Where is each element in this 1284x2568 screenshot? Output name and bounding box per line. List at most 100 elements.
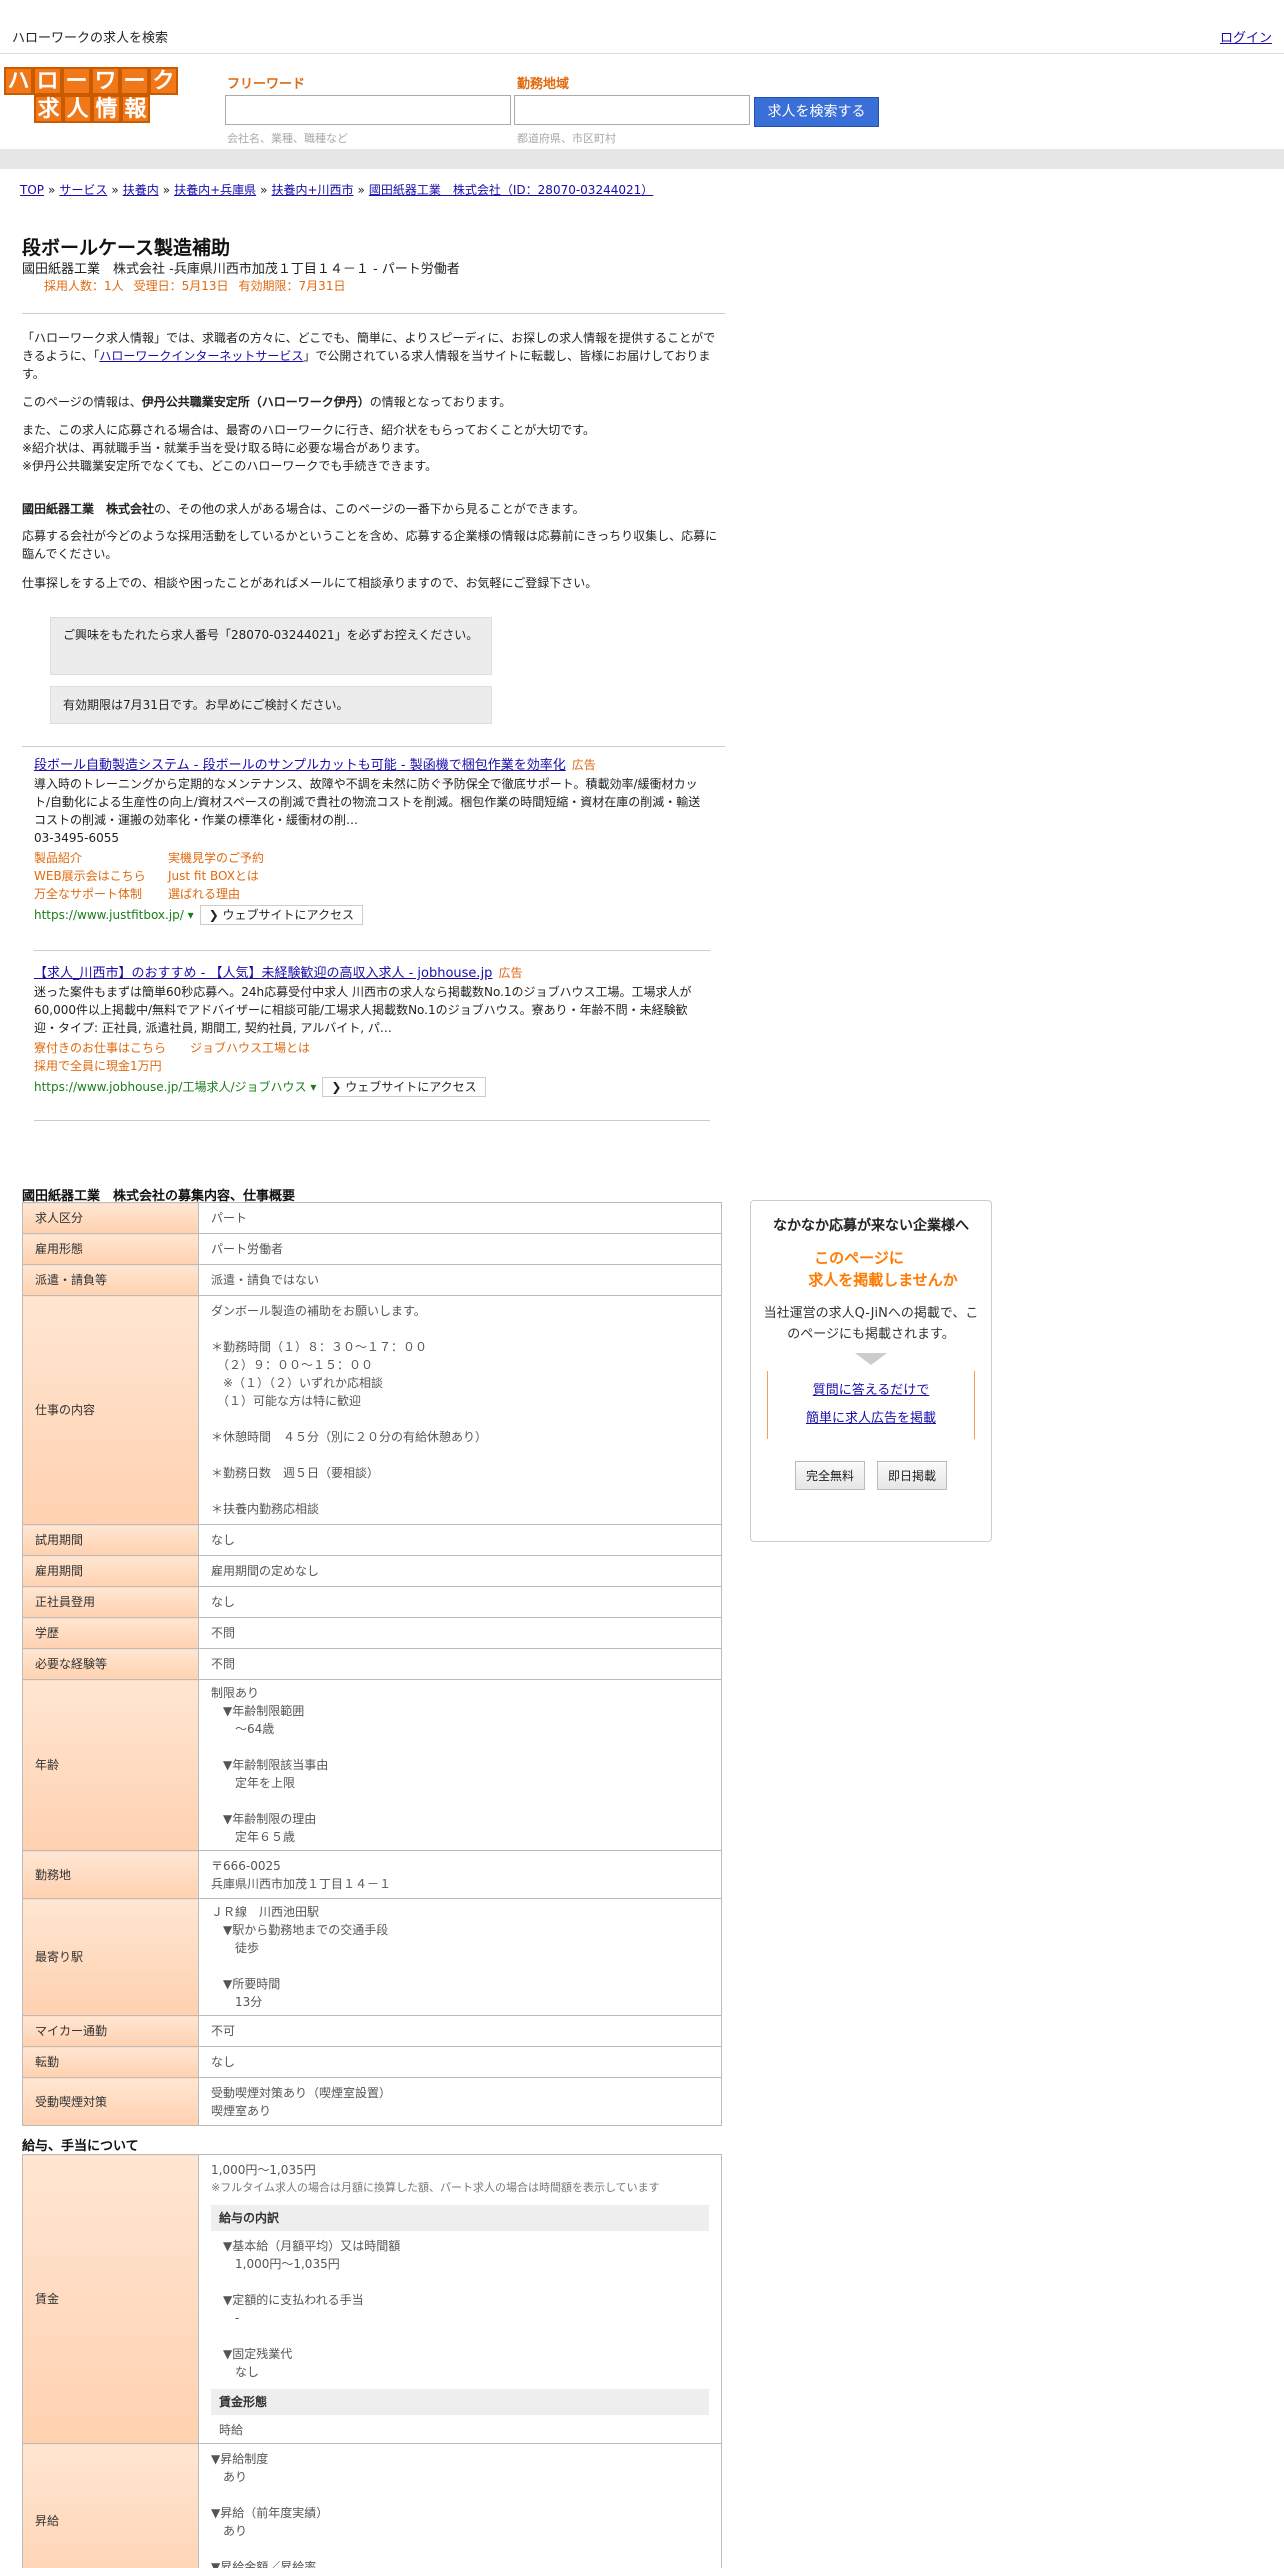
row-label: 仕事の内容 (22, 1295, 199, 1525)
table-row: 派遣・請負等 派遣・請負ではない (22, 1264, 722, 1296)
table-row: 受動喫煙対策 受動喫煙対策あり（喫煙室設置） 喫煙室あり (22, 2077, 722, 2126)
row-label: 最寄り駅 (22, 1898, 199, 2016)
search-button[interactable]: 求人を検索する (754, 97, 879, 127)
row-value: 不問 (198, 1648, 722, 1680)
table-row: 年齢 制限あり ▼年齢制限範囲 〜64歳 ▼年齢制限該当事由 定年を上限 ▼年齢制… (22, 1679, 722, 1851)
table-row: 必要な経験等 不問 (22, 1648, 722, 1680)
ad-sitelink[interactable]: 寮付きのお仕事はこちら (34, 1039, 190, 1057)
table-row: 雇用期間 雇用期間の定めなし (22, 1555, 722, 1587)
login-link[interactable]: ログイン (1220, 27, 1272, 46)
table-row: 勤務地 〒666-0025 兵庫県川西市加茂１丁目１４－１ (22, 1850, 722, 1899)
ad-sitelink[interactable]: 選ばれる理由 (168, 885, 240, 903)
breadcrumb-link[interactable]: 國田紙器工業 株式会社（ID：28070-03244021） (369, 183, 653, 197)
table-row: 正社員登用 なし (22, 1586, 722, 1618)
visit-website-button[interactable]: ❯ ウェブサイトにアクセス (199, 905, 363, 925)
row-value: ＪＲ線 川西池田駅 ▼駅から勤務地までの交通手段 徒歩 ▼所要時間 13分 (198, 1898, 722, 2016)
wage-note: ※フルタイム求人の場合は月額に換算した額、パート求人の場合は時間額を表示していま… (211, 2181, 660, 2194)
row-value: 〒666-0025 兵庫県川西市加茂１丁目１４－１ (198, 1850, 722, 1899)
table-row: 賃金 1,000円〜1,035円 ※フルタイム求人の場合は月額に換算した額、パー… (22, 2154, 722, 2444)
hellowork-internet-link[interactable]: ハローワークインターネットサービス (99, 349, 303, 363)
logo-char: 報 (121, 95, 150, 123)
wage-form-title: 賃金形態 (211, 2389, 709, 2415)
other-jobs-text: の、その他の求人がある場合は、このページの一番下から見ることができます。 (154, 502, 585, 516)
logo-char: ー (62, 67, 91, 95)
ad-sitelink[interactable]: WEB展示会はこちら (34, 867, 168, 885)
logo-char: ワ (91, 67, 120, 95)
ad-url-dropdown-icon[interactable]: ▾ (307, 1080, 316, 1094)
table-row: 求人区分 パート (22, 1202, 722, 1234)
breadcrumb-link[interactable]: サービス (59, 183, 107, 197)
ad-badge: 広告 (498, 966, 523, 980)
advertise-buttons: 完全無料 即日掲載 (751, 1461, 991, 1490)
logo-char: ハ (4, 67, 33, 95)
logo-char: 人 (63, 95, 92, 123)
table-row: 仕事の内容 ダンボール製造の補助をお願いします。 ＊勤務時間（１）８：３０～１７：… (22, 1295, 722, 1525)
ad-phone[interactable]: 03-3495-6055 (34, 829, 710, 847)
free-badge-button[interactable]: 完全無料 (794, 1461, 865, 1490)
area-input[interactable] (514, 95, 750, 125)
row-label: 雇用形態 (22, 1233, 199, 1265)
source-text: このページの情報は、 (22, 395, 142, 409)
row-value: なし (198, 2046, 722, 2078)
breakdown-text: ▼基本給（月額平均）又は時間額 1,000円〜1,035円 ▼定額的に支払われる… (223, 2239, 401, 2379)
row-value: 制限あり ▼年齢制限範囲 〜64歳 ▼年齢制限該当事由 定年を上限 ▼年齢制限の… (198, 1679, 722, 1851)
referral-paragraph: また、この求人に応募される場合は、最寄のハローワークに行き、紹介状をもらっておく… (22, 423, 596, 473)
row-label: 試用期間 (22, 1524, 199, 1556)
breadcrumb-link[interactable]: TOP (20, 183, 44, 197)
logo[interactable]: ハ ロ ー ワ ー ク 求 人 情 報 (4, 67, 180, 123)
ad-block: 【求人_川西市】のおすすめ - 【人気】未経験歓迎の高収入求人 - jobhou… (34, 964, 710, 1097)
row-label: 年齢 (22, 1679, 199, 1851)
advertise-catch: このページに 求人を掲載しませんか (751, 1247, 991, 1291)
ad-sitelink[interactable]: 万全なサポート体制 (34, 885, 168, 903)
breadcrumb-link[interactable]: 扶養内 (123, 183, 159, 197)
wage-range: 1,000円〜1,035円 (211, 2163, 316, 2177)
salary-heading: 給与、手当について (22, 2139, 139, 2154)
advertise-link[interactable]: 簡単に求人広告を掲載 (768, 1405, 974, 1433)
ad-description: 迷った案件もまずは簡単60秒応募へ。24h応募受付中求人 川西市の求人なら掲載数… (34, 985, 692, 1035)
row-label: 昇給 (22, 2443, 199, 2568)
ad-sitelink[interactable]: 実機見学のご予約 (168, 849, 264, 867)
row-value: ▼昇給制度 あり ▼昇給（前年度実績） あり ▼昇給金額／昇給率 1時間あたり1… (198, 2443, 722, 2568)
intro-paragraph: 「ハローワーク求人情報」では、求職者の方々に、どこでも、簡単に、よりスピーディに… (22, 329, 722, 383)
header-divider (0, 149, 1284, 169)
row-label: マイカー通勤 (22, 2015, 199, 2047)
other-jobs-paragraph: 國田紙器工業 株式会社の、その他の求人がある場合は、このページの一番下から見るこ… (22, 500, 722, 518)
breadcrumb-link[interactable]: 扶養内+川西市 (271, 183, 353, 197)
arrow-down-icon (855, 1353, 887, 1365)
breadcrumb-link[interactable]: 扶養内+兵庫県 (174, 183, 256, 197)
ad-sitelink[interactable]: Just fit BOXとは (168, 867, 259, 885)
ad-url-dropdown-icon[interactable]: ▾ (184, 908, 194, 922)
logo-char: ー (120, 67, 149, 95)
office-name: 伊丹公共職業安定所（ハローワーク伊丹） (141, 395, 370, 409)
row-label: 賃金 (22, 2154, 199, 2444)
freeword-hint: 会社名、業種、職種など (227, 132, 348, 145)
ad-url[interactable]: https://www.justfitbox.jp/ (34, 908, 184, 922)
expiry-notice: 有効期限は7月31日です。お早めにご検討ください。 (50, 686, 492, 724)
ad-sitelink[interactable]: 製品紹介 (34, 849, 168, 867)
freeword-label: フリーワード (227, 77, 306, 92)
company-line: 國田紙器工業 株式会社 -兵庫県川西市加茂１丁目１４－１ - パート労働者 (22, 262, 460, 277)
freeword-input[interactable] (225, 95, 511, 125)
logo-char: ク (149, 67, 178, 95)
logo-char: ロ (33, 67, 62, 95)
advertise-text: 当社運営の求人Q-JiNへの掲載で、このページにも掲載されます。 (763, 1306, 979, 1342)
visit-website-button[interactable]: ❯ ウェブサイトにアクセス (322, 1077, 486, 1097)
source-paragraph: このページの情報は、伊丹公共職業安定所（ハローワーク伊丹）の情報となっております… (22, 393, 722, 411)
row-label: 勤務地 (22, 1850, 199, 1899)
advertise-heading: なかなか応募が来ない企業様へ (773, 1218, 969, 1234)
table-row: 昇給 ▼昇給制度 あり ▼昇給（前年度実績） あり ▼昇給金額／昇給率 1時間あ… (22, 2443, 722, 2568)
ad-title-link[interactable]: 【求人_川西市】のおすすめ - 【人気】未経験歓迎の高収入求人 - jobhou… (34, 966, 492, 981)
table-row: 試用期間 なし (22, 1524, 722, 1556)
logo-char: 情 (92, 95, 121, 123)
ad-sitelink[interactable]: 採用で全員に現金1万円 (34, 1057, 162, 1075)
ad-url[interactable]: https://www.jobhouse.jp/工場求人/ジョブハウス (34, 1080, 307, 1094)
advertise-link[interactable]: 質問に答えるだけで (768, 1377, 974, 1405)
divider (22, 746, 725, 747)
ad-title-link[interactable]: 段ボール自動製造システム - 段ボールのサンプルカットも可能 - 製函機で梱包作… (34, 758, 566, 773)
advertise-box: なかなか応募が来ない企業様へ このページに 求人を掲載しませんか 当社運営の求人… (750, 1200, 992, 1542)
site-title: ハローワークの求人を検索 (12, 31, 169, 46)
row-label: 派遣・請負等 (22, 1264, 199, 1296)
table-row: 最寄り駅 ＪＲ線 川西池田駅 ▼駅から勤務地までの交通手段 徒歩 ▼所要時間 13… (22, 1898, 722, 2016)
same-day-button[interactable]: 即日掲載 (877, 1461, 948, 1490)
ad-sitelink[interactable]: ジョブハウス工場とは (190, 1039, 310, 1057)
